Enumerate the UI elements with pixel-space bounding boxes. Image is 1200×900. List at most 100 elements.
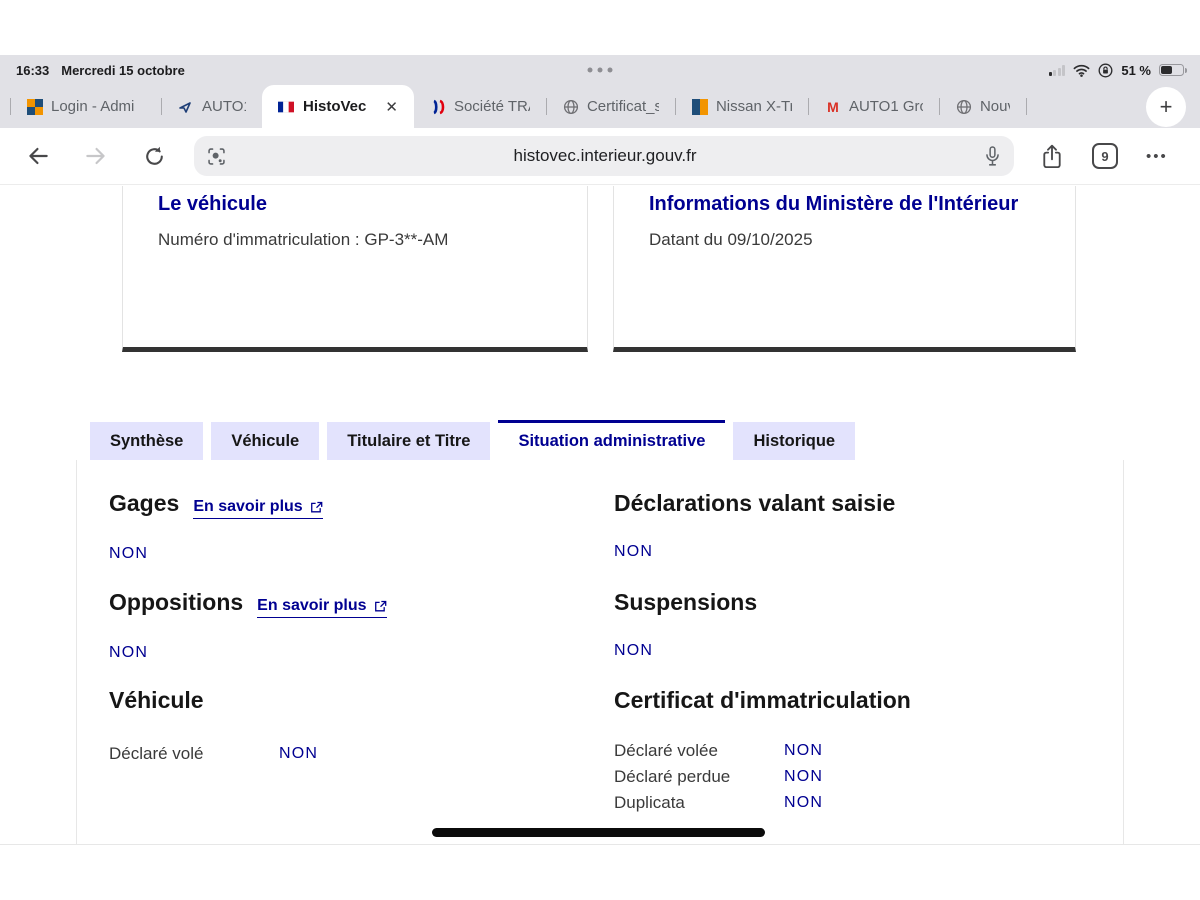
toolbar-right: 9 ••• xyxy=(1040,143,1168,170)
overflow-menu-button[interactable]: ••• xyxy=(1146,148,1168,165)
rotation-lock-icon xyxy=(1098,63,1113,78)
lens-icon[interactable] xyxy=(206,146,227,167)
microphone-icon[interactable] xyxy=(983,145,1002,168)
tab-title: Login - Admi xyxy=(51,98,134,115)
ipad-screen: 16:33 Mercredi 15 octobre 51 % xyxy=(0,0,1200,900)
forward-button[interactable] xyxy=(80,140,112,172)
multitask-indicator-icon xyxy=(588,68,613,73)
gages-title: Gages xyxy=(109,490,179,517)
content-bottom-divider xyxy=(0,844,1200,845)
gages-learn-more-link[interactable]: En savoir plus xyxy=(193,498,322,519)
close-tab-icon[interactable]: ✕ xyxy=(385,98,398,116)
globe-icon xyxy=(563,99,579,115)
browser-toolbar: histovec.interieur.gouv.fr 9 ••• xyxy=(0,128,1200,185)
row-label: Déclaré volée xyxy=(614,738,784,764)
browser-tab-societe[interactable]: Société TRA xyxy=(414,85,546,128)
browser-tab-strip: Login - Admi AUTO1 HistoVec ✕ Société TR… xyxy=(0,85,1200,128)
browser-tab-login[interactable]: Login - Admi xyxy=(11,85,161,128)
oppositions-value: NON xyxy=(109,644,387,662)
ministry-card-date: Datant du 09/10/2025 xyxy=(649,230,1040,250)
row-label: Déclaré perdue xyxy=(614,764,784,790)
tab-historique[interactable]: Historique xyxy=(733,422,855,460)
vehicule-section-title: Véhicule xyxy=(109,687,204,714)
learn-more-label: En savoir plus xyxy=(193,498,302,516)
situation-administrative-panel: Gages En savoir plus NON Déclarations va… xyxy=(76,460,1124,844)
status-bar: 16:33 Mercredi 15 octobre 51 % xyxy=(0,55,1200,85)
oppositions-learn-more-link[interactable]: En savoir plus xyxy=(257,597,386,618)
section-oppositions: Oppositions En savoir plus NON xyxy=(109,589,387,662)
table-row: Déclaré volée NON xyxy=(614,738,911,764)
wifi-icon xyxy=(1073,64,1090,77)
back-button[interactable] xyxy=(22,140,54,172)
web-page-content: Le véhicule Numéro d'immatriculation : G… xyxy=(0,186,1200,900)
republique-favicon xyxy=(430,99,446,115)
auto1-admin-favicon xyxy=(27,99,43,115)
status-date: Mercredi 15 octobre xyxy=(61,63,185,78)
oppositions-title: Oppositions xyxy=(109,589,243,616)
tab-titulaire-et-titre[interactable]: Titulaire et Titre xyxy=(327,422,490,460)
tab-situation-administrative[interactable]: Situation administrative xyxy=(498,420,725,460)
row-value: NON xyxy=(784,764,823,790)
home-indicator[interactable] xyxy=(432,828,765,837)
tab-synthese[interactable]: Synthèse xyxy=(90,422,203,460)
external-link-icon xyxy=(374,600,387,613)
learn-more-label: En savoir plus xyxy=(257,597,366,615)
gmail-icon: M xyxy=(825,99,841,115)
table-row: Déclaré volé NON xyxy=(109,741,318,767)
tab-title: Nissan X-Tra xyxy=(716,98,792,115)
url-text[interactable]: histovec.interieur.gouv.fr xyxy=(227,146,983,166)
share-icon[interactable] xyxy=(1040,143,1064,170)
tab-switcher-button[interactable]: 9 xyxy=(1092,143,1118,169)
globe-icon xyxy=(956,99,972,115)
ministry-card-title: Informations du Ministère de l'Intérieur xyxy=(649,189,1040,219)
clock: 16:33 xyxy=(16,63,49,78)
registration-number: Numéro d'immatriculation : GP-3**-AM xyxy=(158,230,552,250)
suspensions-value: NON xyxy=(614,642,757,660)
address-bar[interactable]: histovec.interieur.gouv.fr xyxy=(194,136,1014,176)
french-flag-favicon xyxy=(278,99,294,115)
ministry-info-card: Informations du Ministère de l'Intérieur… xyxy=(613,186,1076,352)
tab-divider xyxy=(1026,98,1027,115)
browser-tab-gmail[interactable]: M AUTO1 Grou xyxy=(809,85,939,128)
certificat-section-title: Certificat d'immatriculation xyxy=(614,687,911,714)
external-link-icon xyxy=(310,501,323,514)
section-declarations-saisie: Déclarations valant saisie NON xyxy=(614,490,895,561)
cellular-signal-icon xyxy=(1049,65,1066,76)
tab-title: AUTO1 Grou xyxy=(849,98,923,115)
vehicle-card: Le véhicule Numéro d'immatriculation : G… xyxy=(122,186,588,352)
row-value: NON xyxy=(784,790,823,816)
new-tab-button[interactable]: + xyxy=(1146,87,1186,127)
row-label: Duplicata xyxy=(614,790,784,816)
tab-title: Certificat_si xyxy=(587,98,659,115)
row-label: Déclaré volé xyxy=(109,741,279,767)
table-row: Déclaré perdue NON xyxy=(614,764,911,790)
battery-percent: 51 % xyxy=(1121,63,1151,78)
browser-tab-nouve[interactable]: Nouve xyxy=(940,85,1026,128)
tab-title: AUTO1 xyxy=(202,98,246,115)
browser-tab-nissan[interactable]: Nissan X-Tra xyxy=(676,85,808,128)
section-vehicule: Véhicule Déclaré volé NON xyxy=(109,687,318,767)
reload-button[interactable] xyxy=(138,140,170,172)
report-tabs: Synthèse Véhicule Titulaire et Titre Sit… xyxy=(90,420,855,460)
row-value: NON xyxy=(784,738,823,764)
auto1-arrow-favicon xyxy=(178,99,194,115)
declarations-title: Déclarations valant saisie xyxy=(614,490,895,517)
gages-value: NON xyxy=(109,545,323,563)
vehicle-card-title: Le véhicule xyxy=(158,189,552,219)
section-suspensions: Suspensions NON xyxy=(614,589,757,660)
tab-title: Nouve xyxy=(980,98,1010,115)
status-right: 51 % xyxy=(1049,63,1184,78)
browser-tab-auto1[interactable]: AUTO1 xyxy=(162,85,262,128)
status-left: 16:33 Mercredi 15 octobre xyxy=(16,63,185,78)
browser-tab-certificat[interactable]: Certificat_si xyxy=(547,85,675,128)
section-certificat: Certificat d'immatriculation Déclaré vol… xyxy=(614,687,911,816)
tab-title: Société TRA xyxy=(454,98,530,115)
section-gages: Gages En savoir plus NON xyxy=(109,490,323,563)
table-row: Duplicata NON xyxy=(614,790,911,816)
declarations-value: NON xyxy=(614,543,895,561)
tab-vehicule[interactable]: Véhicule xyxy=(211,422,319,460)
nissan-favicon xyxy=(692,99,708,115)
browser-tab-histovec-active[interactable]: HistoVec ✕ xyxy=(262,85,414,128)
tab-title: HistoVec xyxy=(303,98,366,115)
suspensions-title: Suspensions xyxy=(614,589,757,616)
